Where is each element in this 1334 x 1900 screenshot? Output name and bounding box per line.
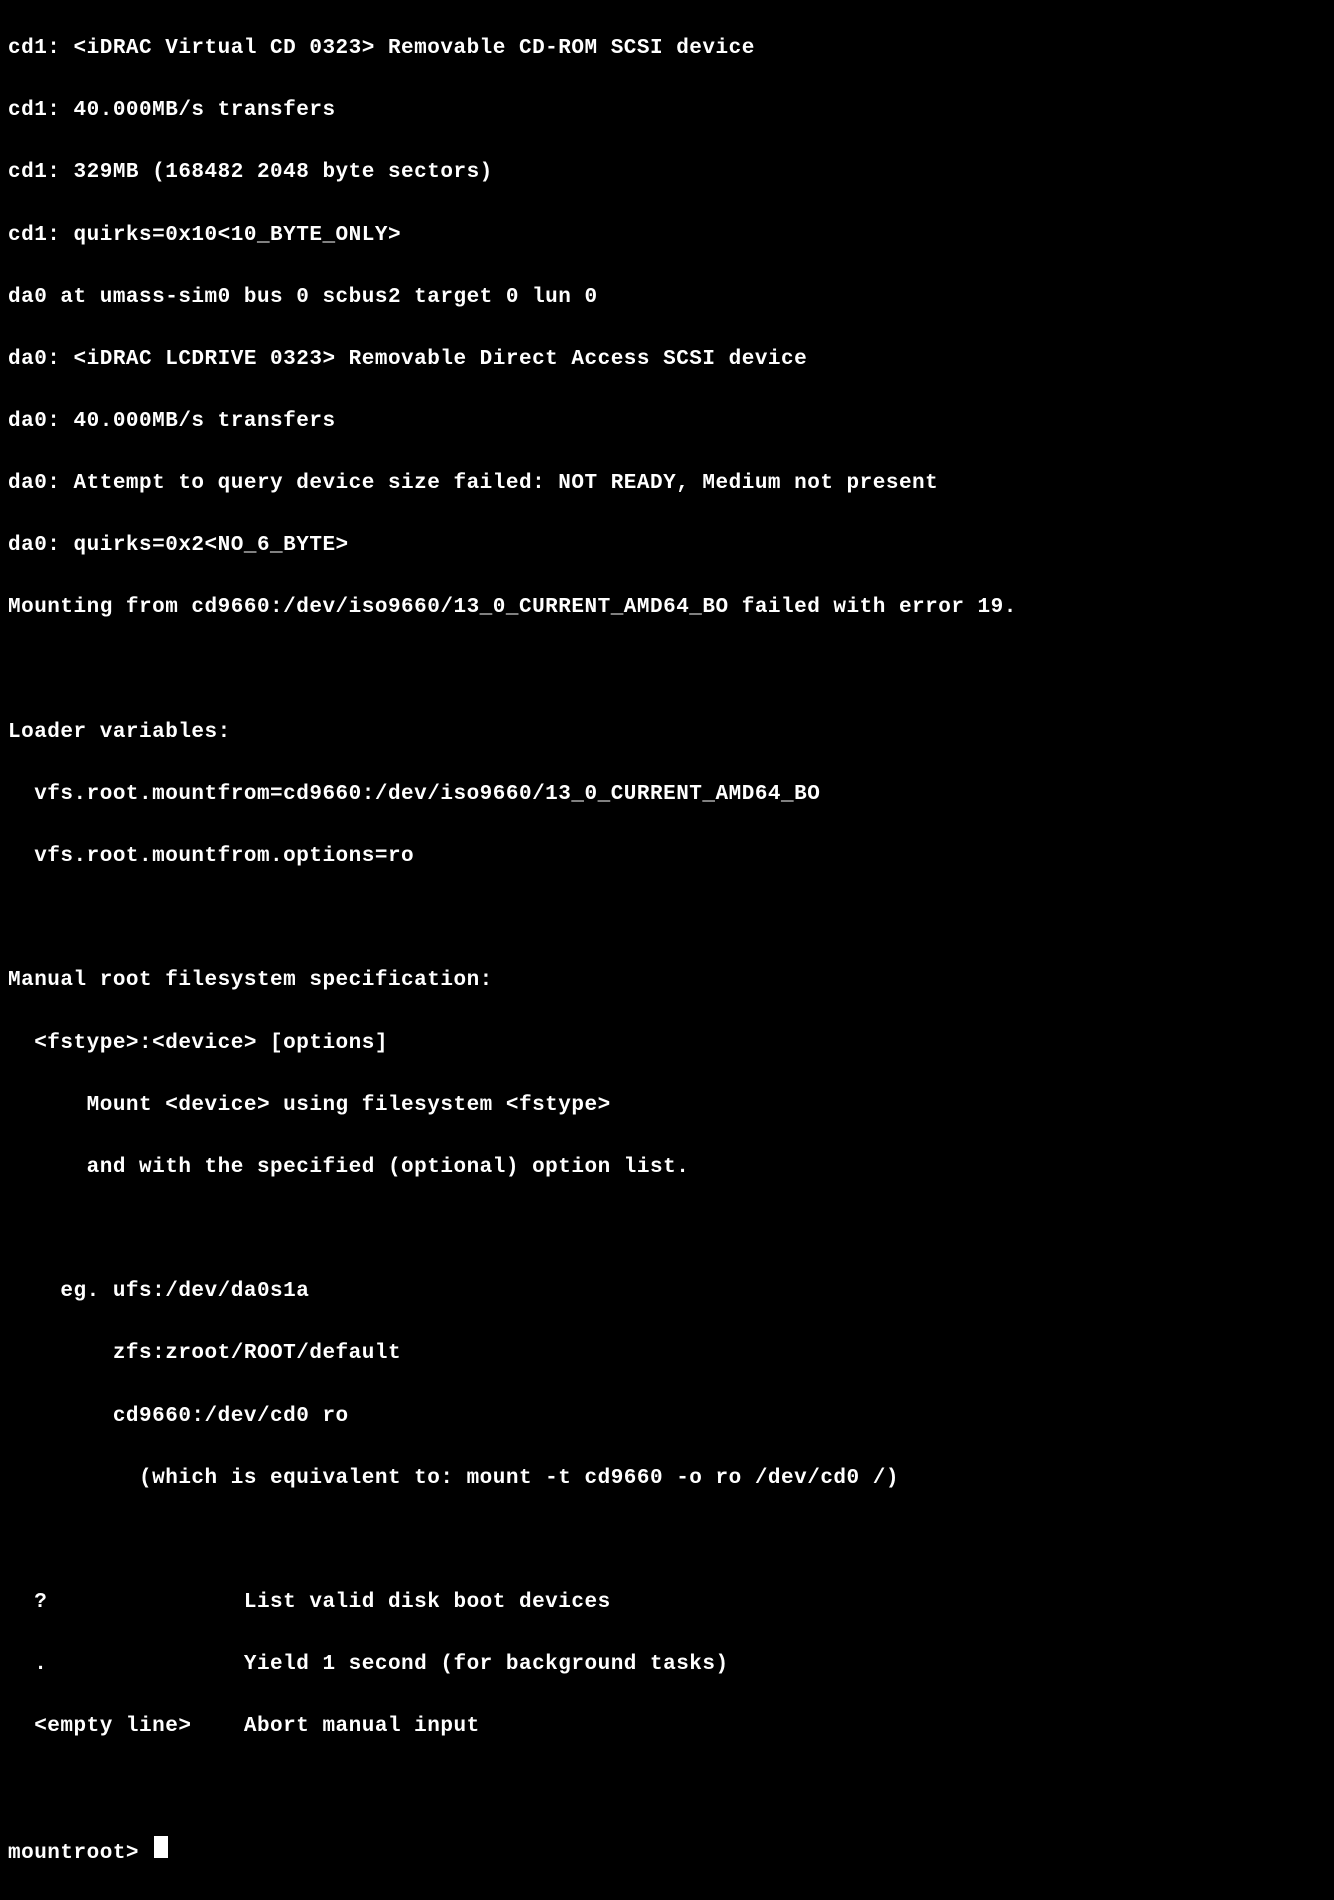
blank-line [8, 1773, 1326, 1804]
loader-header: Loader variables: [8, 717, 1326, 748]
manual-spec: Mount <device> using filesystem <fstype> [8, 1090, 1326, 1121]
manual-command: . Yield 1 second (for background tasks) [8, 1649, 1326, 1680]
boot-line: Mounting from cd9660:/dev/iso9660/13_0_C… [8, 592, 1326, 623]
manual-example: (which is equivalent to: mount -t cd9660… [8, 1463, 1326, 1494]
manual-example: eg. ufs:/dev/da0s1a [8, 1276, 1326, 1307]
manual-command: ? List valid disk boot devices [8, 1587, 1326, 1618]
boot-line: da0: <iDRAC LCDRIVE 0323> Removable Dire… [8, 344, 1326, 375]
manual-spec: and with the specified (optional) option… [8, 1152, 1326, 1183]
manual-command: <empty line> Abort manual input [8, 1711, 1326, 1742]
loader-var: vfs.root.mountfrom.options=ro [8, 841, 1326, 872]
boot-line: cd1: 329MB (168482 2048 byte sectors) [8, 157, 1326, 188]
boot-line: da0: quirks=0x2<NO_6_BYTE> [8, 530, 1326, 561]
prompt-text: mountroot> [8, 1838, 152, 1869]
blank-line [8, 1525, 1326, 1556]
boot-line: cd1: <iDRAC Virtual CD 0323> Removable C… [8, 33, 1326, 64]
prompt-line[interactable]: mountroot> [8, 1836, 1326, 1869]
loader-var: vfs.root.mountfrom=cd9660:/dev/iso9660/1… [8, 779, 1326, 810]
manual-spec: <fstype>:<device> [options] [8, 1028, 1326, 1059]
manual-example: zfs:zroot/ROOT/default [8, 1338, 1326, 1369]
manual-example: cd9660:/dev/cd0 ro [8, 1401, 1326, 1432]
blank-line [8, 1214, 1326, 1245]
boot-line: da0: Attempt to query device size failed… [8, 468, 1326, 499]
blank-line [8, 655, 1326, 686]
console-output: cd1: <iDRAC Virtual CD 0323> Removable C… [0, 0, 1334, 1900]
manual-header: Manual root filesystem specification: [8, 965, 1326, 996]
cursor-icon [154, 1836, 168, 1858]
boot-line: cd1: quirks=0x10<10_BYTE_ONLY> [8, 220, 1326, 251]
boot-line: da0: 40.000MB/s transfers [8, 406, 1326, 437]
blank-line [8, 903, 1326, 934]
boot-line: cd1: 40.000MB/s transfers [8, 95, 1326, 126]
boot-line: da0 at umass-sim0 bus 0 scbus2 target 0 … [8, 282, 1326, 313]
